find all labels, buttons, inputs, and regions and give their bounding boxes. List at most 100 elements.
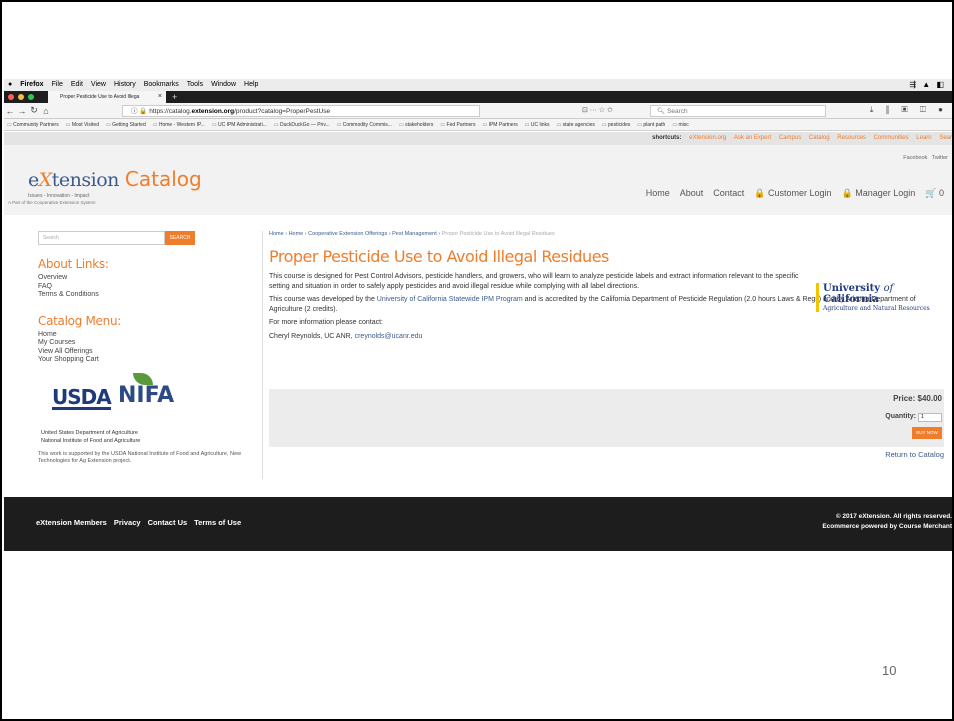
zoom-window-icon[interactable]	[28, 94, 34, 100]
contact-email-link[interactable]: creynolds@ucanr.edu	[355, 333, 423, 340]
price: Price: $40.00	[893, 394, 942, 403]
browser-search-placeholder: Search	[667, 108, 688, 115]
bookmark-item[interactable]: Most Visited	[66, 119, 99, 130]
course-description: This course is designed for Pest Control…	[269, 273, 799, 290]
bookmark-item[interactable]: DuckDuckGo — Priv...	[274, 119, 330, 130]
sidebar-link-my-courses[interactable]: My Courses	[38, 339, 258, 348]
menu-window[interactable]: Window	[211, 79, 236, 91]
sidebar-search-button[interactable]: SEARCH	[165, 231, 195, 245]
nav-manager-login[interactable]: 🔒 Manager Login	[842, 188, 916, 199]
page-content: Search SEARCH About Links: Overview FAQ …	[4, 215, 952, 497]
logo-rest: tension	[51, 169, 120, 191]
bookmark-item[interactable]: pesticides	[602, 119, 630, 130]
bookmark-item[interactable]: Getting Started	[106, 119, 146, 130]
page-actions-icons[interactable]: ⊡ ··· ☆ ✩	[582, 106, 613, 114]
footer-link-members[interactable]: eXtension Members	[36, 518, 107, 527]
footer-link-contact[interactable]: Contact Us	[148, 518, 188, 527]
url-path: /product?catalog=ProperPestUse	[234, 108, 331, 115]
bookmark-item[interactable]: Fed Partners	[440, 119, 476, 130]
toolbar-icons[interactable]: ⤓ ⫼ ▣ ◫ ●	[870, 105, 948, 115]
sidebar-link-home[interactable]: Home	[38, 331, 258, 340]
close-window-icon[interactable]	[8, 94, 14, 100]
social-links[interactable]: Facebook Twitter	[903, 155, 948, 161]
sidebar: Search SEARCH About Links: Overview FAQ …	[38, 231, 258, 465]
shortcut-link[interactable]: Ask an Expert	[734, 135, 771, 141]
menu-edit[interactable]: Edit	[71, 79, 83, 91]
bookmark-item[interactable]: plant path	[637, 119, 665, 130]
site-footer: eXtension Members Privacy Contact Us Ter…	[4, 497, 952, 551]
extension-catalog-logo[interactable]: eXtension Catalog Issues - Innovation - I…	[28, 167, 202, 199]
back-icon[interactable]: ←	[4, 106, 16, 116]
breadcrumb-home-2[interactable]: Home	[289, 231, 304, 237]
browser-search-input[interactable]: 🔍︎ Search	[650, 105, 826, 117]
menu-help[interactable]: Help	[244, 79, 258, 91]
site-header: Facebook Twitter eXtension Catalog Issues…	[4, 145, 952, 215]
shortcut-link[interactable]: Learn	[916, 135, 931, 141]
nav-about[interactable]: About	[680, 188, 704, 199]
uc-of: of	[883, 283, 894, 294]
bookmark-item[interactable]: IPM Partners	[482, 119, 518, 130]
breadcrumb-offerings[interactable]: Cooperative Extension Offerings	[308, 231, 387, 237]
sidebar-search: Search SEARCH	[38, 231, 258, 245]
footer-link-terms[interactable]: Terms of Use	[194, 518, 241, 527]
breadcrumb-home[interactable]: Home	[269, 231, 284, 237]
sidebar-link-overview[interactable]: Overview	[38, 274, 258, 283]
bookmark-item[interactable]: UC links	[525, 119, 550, 130]
bookmark-item[interactable]: Home - Western IP...	[153, 119, 205, 130]
navigation-bar: ← → ↻ ⌂ ⓘ 🔒 https://catalog.extension.or…	[4, 103, 952, 119]
shortcut-link[interactable]: Campus	[779, 135, 801, 141]
info-icon[interactable]: ⓘ 🔒	[131, 108, 149, 115]
shortcuts-label: shortcuts:	[652, 135, 682, 141]
address-bar[interactable]: ⓘ 🔒 https://catalog.extension.org/produc…	[122, 105, 480, 117]
return-to-catalog-link[interactable]: Return to Catalog	[885, 450, 944, 459]
nav-cart[interactable]: 🛒 0	[925, 188, 944, 199]
powered-by-text: Ecommerce powered by Course Merchant	[822, 523, 952, 530]
menu-view[interactable]: View	[91, 79, 106, 91]
nav-contact[interactable]: Contact	[713, 188, 744, 199]
bookmark-item[interactable]: state agencies	[557, 119, 595, 130]
menu-tools[interactable]: Tools	[187, 79, 203, 91]
buy-now-button[interactable]: BUY NOW	[912, 427, 942, 439]
shortcut-link[interactable]: Catalog	[809, 135, 830, 141]
nifa-logo: NIFA	[118, 382, 175, 408]
new-tab-button[interactable]: +	[172, 91, 177, 103]
shortcut-link[interactable]: Communities	[874, 135, 909, 141]
uc-california: California	[823, 294, 879, 305]
sidebar-search-input[interactable]: Search	[38, 231, 165, 245]
nav-customer-login[interactable]: 🔒 Customer Login	[754, 188, 831, 199]
shortcut-link[interactable]: eXtension.org	[689, 135, 726, 141]
shortcut-link[interactable]: Sear	[939, 135, 952, 141]
quantity-input[interactable]: 1	[918, 413, 942, 422]
footer-links: eXtension Members Privacy Contact Us Ter…	[36, 518, 248, 527]
footer-copyright: © 2017 eXtension. All rights reserved. E…	[822, 512, 952, 532]
sidebar-link-terms[interactable]: Terms & Conditions	[38, 291, 258, 300]
uc-ipm-link[interactable]: University of California Statewide IPM P…	[377, 296, 523, 303]
bookmark-item[interactable]: Commodity Commis...	[337, 119, 392, 130]
home-icon[interactable]: ⌂	[40, 106, 52, 116]
bookmark-item[interactable]: misc	[672, 119, 688, 130]
menu-file[interactable]: File	[52, 79, 63, 91]
app-name[interactable]: Firefox	[20, 79, 43, 91]
menu-bookmarks[interactable]: Bookmarks	[144, 79, 179, 91]
sidebar-link-view-all[interactable]: View All Offerings	[38, 348, 258, 357]
sidebar-link-cart[interactable]: Your Shopping Cart	[38, 356, 258, 365]
sidebar-link-faq[interactable]: FAQ	[38, 283, 258, 292]
active-tab[interactable]: Proper Pesticide Use to Avoid Illega ×	[48, 91, 166, 103]
bookmark-item[interactable]: Community Partners	[7, 119, 59, 130]
menu-history[interactable]: History	[114, 79, 136, 91]
shortcut-link[interactable]: Resources	[837, 135, 866, 141]
forward-icon[interactable]: →	[16, 106, 28, 116]
url-domain: extension.org	[191, 108, 235, 115]
minimize-window-icon[interactable]	[18, 94, 24, 100]
nav-home[interactable]: Home	[646, 188, 670, 199]
usda-line-1: United States Department of Agriculture	[41, 429, 138, 436]
bookmark-item[interactable]: stakeholders	[399, 119, 433, 130]
close-tab-icon[interactable]: ×	[158, 91, 162, 103]
status-icons[interactable]: ⇶ ▲ ◧	[909, 79, 946, 91]
reload-icon[interactable]: ↻	[28, 105, 40, 116]
mac-menu-bar: ● Firefox File Edit View History Bookmar…	[4, 79, 952, 91]
apple-icon[interactable]: ●	[8, 79, 12, 91]
footer-link-privacy[interactable]: Privacy	[114, 518, 141, 527]
breadcrumb-pest[interactable]: Pest Management	[392, 231, 437, 237]
bookmark-item[interactable]: UC IPM Administrati...	[212, 119, 267, 130]
